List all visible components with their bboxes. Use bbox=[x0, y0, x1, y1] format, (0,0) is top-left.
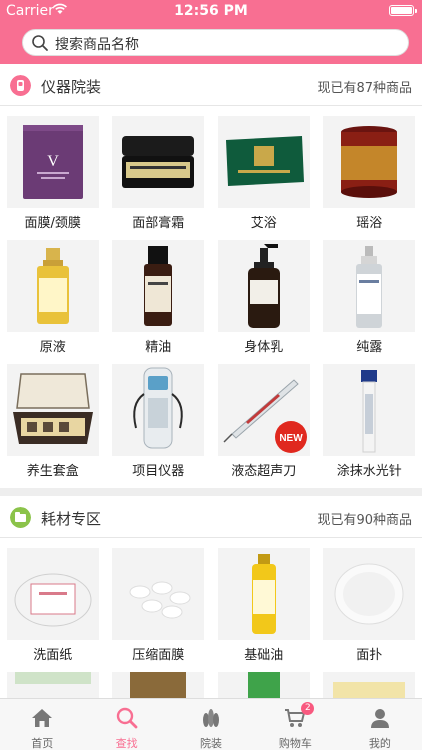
yao-bath-image bbox=[323, 116, 416, 208]
hydra-needle-image bbox=[323, 364, 416, 456]
category-partial-1[interactable] bbox=[6, 672, 99, 698]
category-base-oil[interactable]: 基础油 bbox=[217, 548, 310, 672]
search-placeholder: 搜索商品名称 bbox=[55, 37, 139, 53]
category-label: 项目仪器 bbox=[132, 464, 185, 479]
section-count: 现已有87种商品 bbox=[317, 81, 412, 96]
section-count: 现已有90种商品 bbox=[317, 513, 412, 528]
tab-label: 我的 bbox=[368, 737, 391, 750]
face-cream-image bbox=[112, 116, 205, 208]
battery-icon bbox=[389, 5, 417, 16]
product-image bbox=[6, 672, 99, 698]
face-mask-image: V bbox=[6, 116, 99, 208]
category-label: 养生套盒 bbox=[26, 464, 79, 479]
face-towel-image bbox=[6, 548, 99, 640]
category-essential-oil[interactable]: 精油 bbox=[112, 240, 205, 364]
category-label: 面部膏霜 bbox=[132, 216, 185, 231]
cart-badge: 2 bbox=[301, 702, 315, 715]
status-bar: Carrier 12:56 PM bbox=[0, 0, 422, 22]
tab-label: 院装 bbox=[200, 737, 223, 750]
product-image bbox=[323, 672, 416, 698]
category-label: 身体乳 bbox=[244, 340, 284, 355]
new-badge-icon: NEW bbox=[274, 421, 307, 453]
status-time: 12:56 PM bbox=[174, 3, 248, 19]
category-label: 面扑 bbox=[356, 648, 383, 663]
main-content[interactable]: 仪器院装 现已有87种商品 V 面膜/颈膜 面部膏霜 艾浴 瑶浴 原液 精油 身… bbox=[0, 64, 422, 698]
tab-label: 购物车 bbox=[278, 737, 312, 750]
search-input[interactable]: 搜索商品名称 bbox=[22, 29, 409, 56]
bowling-icon bbox=[203, 709, 220, 727]
search-icon bbox=[32, 35, 48, 51]
category-label: 艾浴 bbox=[250, 216, 277, 231]
product-grid: V 面膜/颈膜 面部膏霜 艾浴 瑶浴 原液 精油 身体乳 纯露 养生套盒 项目仪… bbox=[0, 106, 422, 488]
category-label: 涂抹水光针 bbox=[336, 464, 402, 479]
tab-bar: 首页 查找 院装 2 购物车 我的 bbox=[0, 698, 422, 750]
consumables-icon bbox=[10, 507, 31, 528]
search-icon bbox=[116, 707, 138, 729]
home-icon bbox=[32, 709, 53, 727]
base-oil-image bbox=[217, 548, 310, 640]
header: Carrier 12:56 PM 搜索商品名称 bbox=[0, 0, 422, 64]
category-partial-3[interactable] bbox=[217, 672, 310, 698]
section-consumables: 耗材专区 现已有90种商品 洗面纸 压缩面膜 基础油 面扑 bbox=[0, 496, 422, 698]
category-partial-2[interactable] bbox=[112, 672, 205, 698]
category-wellness-box[interactable]: 养生套盒 bbox=[6, 364, 99, 488]
category-ultrasonic-knife[interactable]: NEW 液态超声刀 bbox=[217, 364, 310, 488]
category-label: 液态超声刀 bbox=[231, 464, 297, 479]
category-label: 面膜/颈膜 bbox=[24, 216, 81, 231]
category-label: 瑶浴 bbox=[356, 216, 383, 231]
mugwort-bath-image bbox=[217, 116, 310, 208]
category-compressed-mask[interactable]: 压缩面膜 bbox=[112, 548, 205, 672]
category-hydra-needle[interactable]: 涂抹水光针 bbox=[323, 364, 416, 488]
section-header[interactable]: 仪器院装 现已有87种商品 bbox=[0, 64, 422, 106]
category-instrument[interactable]: 项目仪器 bbox=[112, 364, 205, 488]
category-hydrosol[interactable]: 纯露 bbox=[323, 240, 416, 364]
tab-label: 首页 bbox=[31, 737, 54, 750]
category-label: 基础油 bbox=[244, 648, 284, 663]
svg-text:V: V bbox=[47, 153, 59, 170]
compressed-mask-image bbox=[112, 548, 205, 640]
instrument-icon bbox=[10, 75, 31, 96]
user-icon bbox=[370, 709, 389, 728]
category-label: 原液 bbox=[39, 340, 66, 355]
category-puff[interactable]: 面扑 bbox=[323, 548, 416, 672]
product-image bbox=[112, 672, 205, 698]
tab-home[interactable]: 首页 bbox=[0, 699, 84, 750]
category-mugwort-bath[interactable]: 艾浴 bbox=[217, 116, 310, 240]
section-instruments: 仪器院装 现已有87种商品 V 面膜/颈膜 面部膏霜 艾浴 瑶浴 原液 精油 身… bbox=[0, 64, 422, 488]
section-header[interactable]: 耗材专区 现已有90种商品 bbox=[0, 496, 422, 538]
instrument-image bbox=[112, 364, 205, 456]
new-badge: NEW bbox=[279, 433, 303, 444]
puff-image bbox=[323, 548, 416, 640]
category-face-mask[interactable]: V 面膜/颈膜 bbox=[6, 116, 99, 240]
category-serum[interactable]: 原液 bbox=[6, 240, 99, 364]
hydrosol-image bbox=[323, 240, 416, 332]
product-image bbox=[217, 672, 310, 698]
category-partial-4[interactable] bbox=[323, 672, 416, 698]
serum-image bbox=[6, 240, 99, 332]
product-grid: 洗面纸 压缩面膜 基础油 面扑 bbox=[0, 538, 422, 698]
body-lotion-image bbox=[217, 240, 310, 332]
tab-cart[interactable]: 2 购物车 bbox=[253, 699, 337, 750]
category-label: 纯露 bbox=[356, 340, 383, 355]
tab-label: 查找 bbox=[115, 737, 138, 750]
category-label: 压缩面膜 bbox=[132, 648, 185, 663]
section-divider bbox=[0, 488, 422, 496]
wellness-box-image bbox=[6, 364, 99, 456]
ultrasonic-knife-image: NEW bbox=[217, 364, 310, 456]
tab-search[interactable]: 查找 bbox=[84, 699, 168, 750]
tab-salon[interactable]: 院装 bbox=[169, 699, 253, 750]
category-label: 精油 bbox=[145, 340, 172, 355]
section-title: 仪器院装 bbox=[41, 78, 102, 96]
category-body-lotion[interactable]: 身体乳 bbox=[217, 240, 310, 364]
category-face-towel[interactable]: 洗面纸 bbox=[6, 548, 99, 672]
section-title: 耗材专区 bbox=[41, 510, 102, 528]
category-face-cream[interactable]: 面部膏霜 bbox=[112, 116, 205, 240]
category-yao-bath[interactable]: 瑶浴 bbox=[323, 116, 416, 240]
category-label: 洗面纸 bbox=[33, 648, 73, 663]
essential-oil-image bbox=[112, 240, 205, 332]
tab-profile[interactable]: 我的 bbox=[338, 699, 422, 750]
